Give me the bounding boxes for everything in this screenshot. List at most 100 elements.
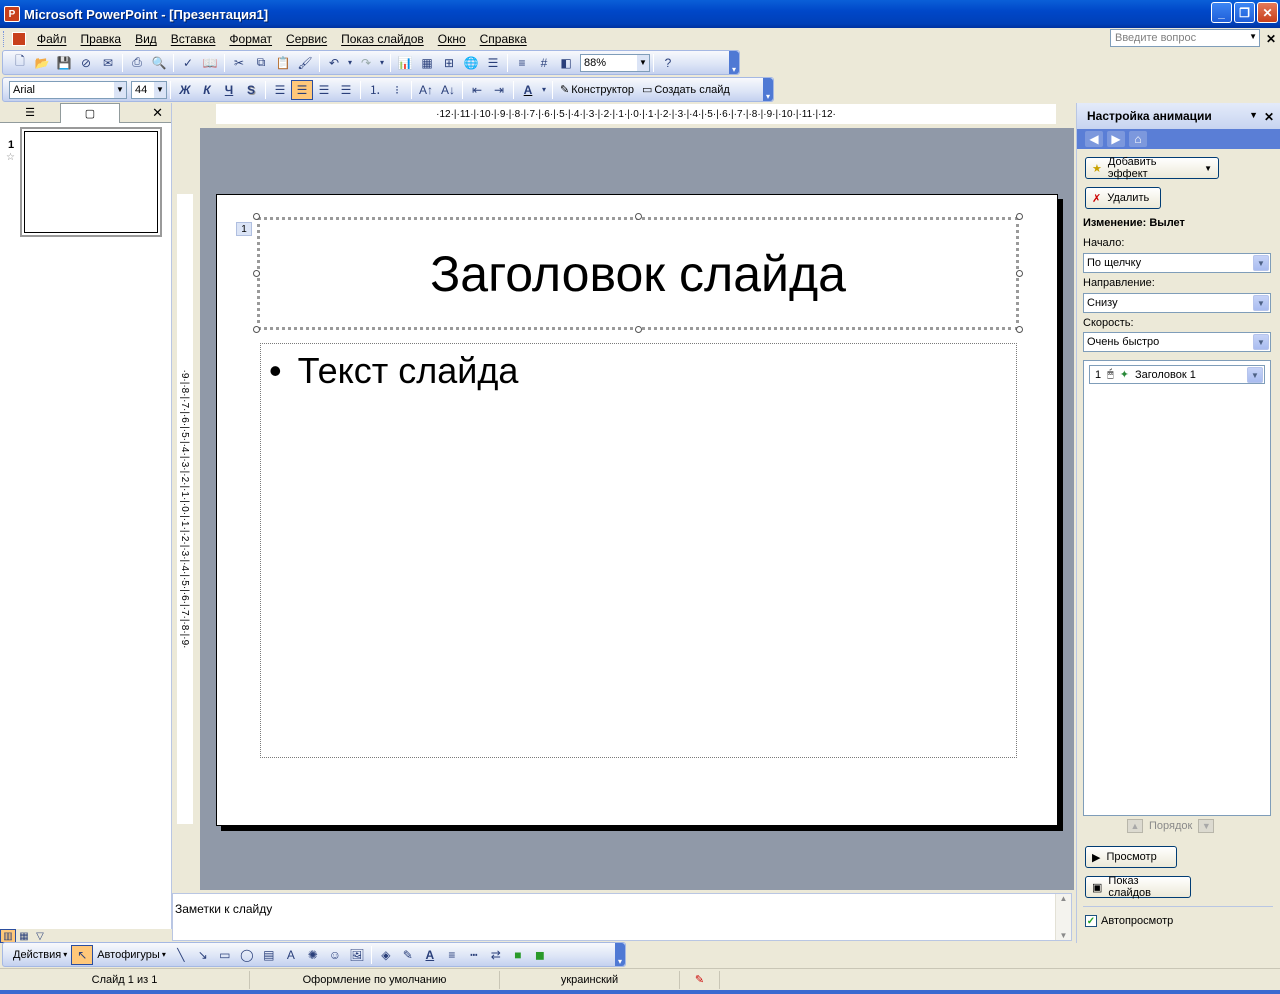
close-button[interactable]: ✕ xyxy=(1257,2,1278,23)
redo-dropdown-icon[interactable]: ▾ xyxy=(377,53,387,73)
back-icon[interactable]: ◀ xyxy=(1085,131,1103,147)
chevron-down-icon[interactable]: ▼ xyxy=(154,81,166,98)
toolbar-options-icon[interactable]: ▾ xyxy=(729,51,739,74)
align-right-icon[interactable]: ☰ xyxy=(313,80,335,100)
bold-button[interactable]: Ж xyxy=(174,80,196,100)
align-left-icon[interactable]: ☰ xyxy=(269,80,291,100)
notes-pane[interactable]: Заметки к слайду ▲ ▼ xyxy=(172,893,1072,941)
menu-tools[interactable]: Сервис xyxy=(279,32,334,46)
print-icon[interactable]: ⎙ xyxy=(126,53,148,73)
menu-view[interactable]: Вид xyxy=(128,32,164,46)
menu-file[interactable]: Файл xyxy=(30,32,74,46)
paste-icon[interactable]: 📋 xyxy=(272,53,294,73)
resize-handle[interactable] xyxy=(635,326,642,333)
menu-window[interactable]: Окно xyxy=(431,32,473,46)
menu-help[interactable]: Справка xyxy=(473,32,534,46)
move-down-icon[interactable]: ▼ xyxy=(1198,819,1215,833)
resize-handle[interactable] xyxy=(1016,213,1023,220)
shadow-style-icon[interactable]: ■ xyxy=(507,945,529,965)
scroll-up-icon[interactable]: ▲ xyxy=(1060,894,1068,903)
slide-title[interactable]: Заголовок слайда xyxy=(430,245,846,303)
body-placeholder[interactable]: • Текст слайда xyxy=(260,343,1017,758)
animation-list[interactable]: 1 🖱 ✦ Заголовок 1 ▼ xyxy=(1083,360,1271,816)
preview-button[interactable]: ▶ Просмотр xyxy=(1085,846,1177,868)
underline-button[interactable]: Ч xyxy=(218,80,240,100)
document-icon[interactable] xyxy=(12,32,26,46)
menu-grip[interactable] xyxy=(3,31,6,47)
sorter-view-icon[interactable]: ▦ xyxy=(16,929,32,943)
increase-font-icon[interactable]: A↑ xyxy=(415,80,437,100)
textbox-icon[interactable]: ▤ xyxy=(258,945,280,965)
chevron-down-icon[interactable]: ▼ xyxy=(1247,367,1263,383)
resize-handle[interactable] xyxy=(1016,326,1023,333)
redo-icon[interactable]: ↷ xyxy=(355,53,377,73)
justify-icon[interactable]: ☰ xyxy=(335,80,357,100)
email-icon[interactable]: ✉ xyxy=(97,53,119,73)
expand-all-icon[interactable]: ☰ xyxy=(482,53,504,73)
3d-style-icon[interactable]: ◼ xyxy=(529,945,551,965)
line-icon[interactable]: ╲ xyxy=(170,945,192,965)
numbering-icon[interactable]: ⒈ xyxy=(364,80,386,100)
picture-icon[interactable]: 🖼 xyxy=(346,945,368,965)
line-color-icon[interactable]: ✎ xyxy=(397,945,419,965)
new-slide-button[interactable]: ▭ Создать слайд xyxy=(638,83,734,97)
toolbar-options-icon[interactable]: ▾ xyxy=(763,78,773,101)
actions-menu[interactable]: Действия ▾ xyxy=(9,949,71,961)
remove-effect-button[interactable]: ✗ Удалить xyxy=(1085,187,1161,209)
slide-canvas[interactable]: 1 Заголовок слайда • Текст слайда xyxy=(216,194,1058,826)
italic-button[interactable]: К xyxy=(196,80,218,100)
home-icon[interactable]: ⌂ xyxy=(1129,131,1147,147)
font-color-dropdown-icon[interactable]: ▾ xyxy=(539,80,549,100)
rectangle-icon[interactable]: ▭ xyxy=(214,945,236,965)
maximize-button[interactable]: ❐ xyxy=(1234,2,1255,23)
vertical-ruler[interactable]: ·9·|·8·|·7·|·6·|·5·|·4·|·3·|·2·|·1·|·0·|… xyxy=(177,194,193,824)
pane-close-icon[interactable]: ✕ xyxy=(152,105,163,121)
increase-indent-icon[interactable]: ⇥ xyxy=(488,80,510,100)
zoom-select[interactable]: 88% ▼ xyxy=(580,53,650,72)
tab-slides[interactable]: ▢ xyxy=(60,102,120,123)
menu-edit[interactable]: Правка xyxy=(74,32,129,46)
open-icon[interactable]: 📂 xyxy=(31,53,53,73)
task-pane-close-icon[interactable]: ✕ xyxy=(1264,110,1274,124)
scroll-down-icon[interactable]: ▼ xyxy=(1060,931,1068,940)
notes-scrollbar[interactable]: ▲ ▼ xyxy=(1055,894,1071,940)
permission-icon[interactable]: ⊘ xyxy=(75,53,97,73)
powerpoint-app-icon[interactable]: P xyxy=(4,6,20,22)
format-painter-icon[interactable]: 🖌 xyxy=(294,53,316,73)
resize-handle[interactable] xyxy=(253,213,260,220)
wordart-icon[interactable]: A xyxy=(280,945,302,965)
research-icon[interactable]: 📖 xyxy=(199,53,221,73)
cut-icon[interactable]: ✂ xyxy=(228,53,250,73)
undo-icon[interactable]: ↶ xyxy=(323,53,345,73)
resize-handle[interactable] xyxy=(1016,270,1023,277)
font-select[interactable]: Arial ▼ xyxy=(9,80,127,99)
body-text[interactable]: Текст слайда xyxy=(298,350,519,392)
chevron-down-icon[interactable]: ▼ xyxy=(637,54,649,71)
color-grayscale-icon[interactable]: ◧ xyxy=(555,53,577,73)
resize-handle[interactable] xyxy=(253,270,260,277)
copy-icon[interactable]: ⧉ xyxy=(250,53,272,73)
menu-format[interactable]: Формат xyxy=(222,32,279,46)
undo-dropdown-icon[interactable]: ▾ xyxy=(345,53,355,73)
print-preview-icon[interactable]: 🔍 xyxy=(148,53,170,73)
chevron-down-icon[interactable]: ▼ xyxy=(1253,334,1269,350)
chevron-down-icon[interactable]: ▼ xyxy=(1253,295,1269,311)
line-style-icon[interactable]: ≡ xyxy=(441,945,463,965)
designer-button[interactable]: ✎ Конструктор xyxy=(556,83,638,97)
insert-chart-icon[interactable]: 📊 xyxy=(394,53,416,73)
slideshow-view-icon[interactable]: ▽ xyxy=(32,929,48,943)
fill-color-icon[interactable]: ◈ xyxy=(375,945,397,965)
start-select[interactable]: По щелчку ▼ xyxy=(1083,253,1271,273)
checkbox-check-icon[interactable]: ✓ xyxy=(1085,915,1097,927)
arrow-style-icon[interactable]: ⇄ xyxy=(485,945,507,965)
task-pane-menu-icon[interactable]: ▼ xyxy=(1249,110,1258,120)
body-text-line[interactable]: • Текст слайда xyxy=(269,350,518,392)
add-effect-button[interactable]: ★ Добавить эффект ▼ xyxy=(1085,156,1219,180)
chevron-down-icon[interactable]: ▼ xyxy=(1253,255,1269,271)
decrease-indent-icon[interactable]: ⇤ xyxy=(466,80,488,100)
animation-order-tag[interactable]: 1 xyxy=(236,222,252,236)
hyperlink-icon[interactable]: 🌐 xyxy=(460,53,482,73)
tab-outline[interactable]: ☰ xyxy=(0,103,60,123)
align-center-icon[interactable]: ☰ xyxy=(291,79,313,100)
speed-select[interactable]: Очень быстро ▼ xyxy=(1083,332,1271,352)
